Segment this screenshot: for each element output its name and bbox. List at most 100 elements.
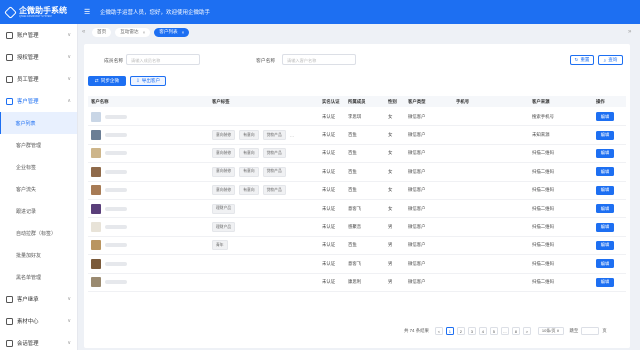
sidebar-item-b1[interactable]: 素材中心 ∨ — [0, 310, 77, 332]
sidebar-subitem[interactable]: 客户群管理 — [0, 134, 77, 156]
page-unit-label: 页 — [602, 328, 607, 333]
edit-button[interactable]: 编辑 — [596, 240, 614, 250]
customer-name-redacted — [105, 225, 127, 230]
sidebar-item-1[interactable]: 授权管理 ∨ — [0, 46, 77, 68]
sidebar-subitem[interactable]: 客户流失 — [0, 178, 77, 200]
customer-name-redacted — [105, 280, 127, 285]
edit-button[interactable]: 编辑 — [596, 204, 614, 214]
gender-cell: 男 — [388, 279, 393, 285]
member-search-input[interactable]: 请输入成员名称 — [126, 54, 200, 65]
tab-0[interactable]: 首页 — [92, 27, 112, 37]
customer-tags-cell: 意向装修 有意向 贷款产品 — [212, 148, 322, 159]
next-page-button[interactable]: > — [522, 327, 531, 335]
page-button[interactable]: 1 — [445, 327, 454, 335]
close-icon[interactable]: × — [182, 30, 185, 35]
table-row: 意向装修 有意向 贷款产品 未认证 百鱼女微信客户 扫描二维码 编辑 — [88, 145, 626, 164]
sidebar-subitem[interactable]: 客户列表 — [0, 112, 77, 134]
sidebar-item-b2[interactable]: 会话管理 ∨ — [0, 332, 77, 350]
customer-search-input[interactable]: 请输入客户名称 — [282, 54, 356, 65]
page-button[interactable]: ... — [500, 327, 509, 335]
sidebar-item-label: 员工管理 — [17, 77, 39, 83]
prev-page-button[interactable]: < — [434, 327, 443, 335]
table-row: 意向装修 有意向 贷款产品 未认证 百鱼女微信客户 扫描二维码 编辑 — [88, 182, 626, 200]
avatar — [91, 130, 101, 141]
edit-button[interactable]: 编辑 — [596, 167, 614, 177]
actions-cell: 编辑 — [596, 130, 626, 140]
edit-button[interactable]: 编辑 — [596, 222, 614, 232]
tab-1[interactable]: 互动雷达 × — [115, 27, 151, 37]
tag-chip: 有意向 — [239, 130, 259, 141]
sidebar-item-b0[interactable]: 客户继承 ∨ — [0, 288, 77, 310]
avatar — [91, 222, 101, 233]
edit-button[interactable]: 编辑 — [596, 130, 614, 140]
avatar — [91, 203, 101, 214]
sidebar: 账户管理 ∨ 授权管理 ∨ 员工管理 ∨ 客户管理 ∧ 客户列表 客户群管理 企业标签 客户流失 跟进记… — [0, 24, 78, 350]
source-cell: 扫描二维码 — [532, 279, 554, 285]
export-label: 导出客户 — [141, 78, 161, 83]
edit-button[interactable]: 编辑 — [596, 277, 614, 287]
page-button[interactable]: 4 — [478, 327, 487, 335]
page-button[interactable]: 3 — [467, 327, 476, 335]
export-customers-button[interactable]: ⇩ 导出客户 — [130, 76, 166, 86]
tabs-scroll-right-icon[interactable]: » — [628, 29, 638, 35]
sidebar-subitem[interactable]: 跟进记录 — [0, 200, 77, 222]
column-header: 客户标签 — [212, 98, 230, 104]
jump-page-input[interactable] — [581, 327, 600, 335]
customer-type-cell: 微信客户 — [408, 242, 426, 248]
more-tags-icon[interactable]: … — [290, 133, 295, 138]
avatar — [91, 148, 101, 159]
actions-cell: 编辑 — [596, 277, 626, 287]
sidebar-item-2[interactable]: 员工管理 ∨ — [0, 68, 77, 90]
chevron-up-icon: ∧ — [67, 98, 71, 104]
menu-toggle-icon[interactable]: ☰ — [84, 8, 94, 16]
edit-button[interactable]: 编辑 — [596, 148, 614, 158]
sidebar-item-label: 素材中心 — [17, 319, 39, 325]
page-button[interactable]: 5 — [489, 327, 498, 335]
chevron-down-icon: ∨ — [67, 318, 71, 324]
search-button[interactable]: ⌕ 查询 — [598, 55, 623, 65]
sidebar-item-0[interactable]: 账户管理 ∨ — [0, 24, 77, 46]
edit-button[interactable]: 编辑 — [596, 259, 614, 269]
source-cell: 扫描二维码 — [532, 150, 554, 156]
customer-name-redacted — [105, 243, 127, 248]
close-icon[interactable]: × — [143, 30, 146, 35]
sidebar-subitem[interactable]: 自动拉群（标签） — [0, 222, 77, 244]
tab-2[interactable]: 客户列表 × — [154, 27, 190, 37]
gender-cell: 女 — [388, 168, 393, 174]
gender-cell: 女 — [388, 150, 393, 156]
sidebar-subitem[interactable]: 黑名单管理 — [0, 266, 77, 288]
customer-name-cell — [88, 130, 212, 141]
sidebar-subitem[interactable]: 批量加好友 — [0, 244, 77, 266]
actions-cell: 编辑 — [596, 240, 626, 250]
page-button[interactable]: 2 — [456, 327, 465, 335]
page-size-select[interactable]: 10条/页 ∨ — [537, 327, 564, 335]
tabs-scroll-left-icon[interactable]: « — [82, 29, 92, 35]
customer-type-cell: 微信客户 — [408, 113, 426, 119]
sync-wecom-button[interactable]: ⇄ 同步企微 — [88, 76, 126, 86]
avatar — [91, 166, 101, 177]
edit-button[interactable]: 编辑 — [596, 185, 614, 195]
actions-cell: 编辑 — [596, 167, 626, 177]
table-row: 意向装修 有意向 贷款产品 … 未认证 百鱼 女 微信客户 未知来源 编辑 — [88, 126, 626, 145]
export-icon: ⇩ — [135, 78, 140, 83]
edit-button[interactable]: 编辑 — [596, 112, 614, 122]
gender-cell: 男 — [388, 260, 393, 266]
reset-button[interactable]: ↻ 重置 — [570, 55, 594, 65]
customer-label: 客户名称 — [256, 59, 276, 64]
sidebar-item-3[interactable]: 客户管理 ∧ — [0, 90, 77, 112]
actions-cell: 编辑 — [596, 185, 626, 195]
sidebar-subitem[interactable]: 企业标签 — [0, 156, 77, 178]
actions-cell: 编辑 — [596, 204, 626, 214]
customer-type-cell: 微信客户 — [408, 205, 426, 211]
chevron-down-icon: ∨ — [67, 54, 71, 60]
source-cell: 搜索手机号 — [532, 113, 554, 119]
logo: 企微助手系统 QIWEI ASSISTANT SYSTEM — [0, 0, 78, 24]
search-label: 查询 — [608, 57, 618, 62]
table-row: 理财产品 未认证 意客飞 女 微信客户 扫描二维码 编辑 — [88, 200, 626, 219]
tag-chip: 意向装修 — [212, 185, 236, 196]
customer-name-cell — [88, 203, 212, 214]
real-name-cell: 未认证 — [322, 187, 336, 193]
page-button[interactable]: 8 — [511, 327, 520, 335]
tag-chip: 有意向 — [239, 166, 259, 177]
table-row: 未认证 意客飞 男 微信客户 扫描二维码 编辑 — [88, 255, 626, 274]
